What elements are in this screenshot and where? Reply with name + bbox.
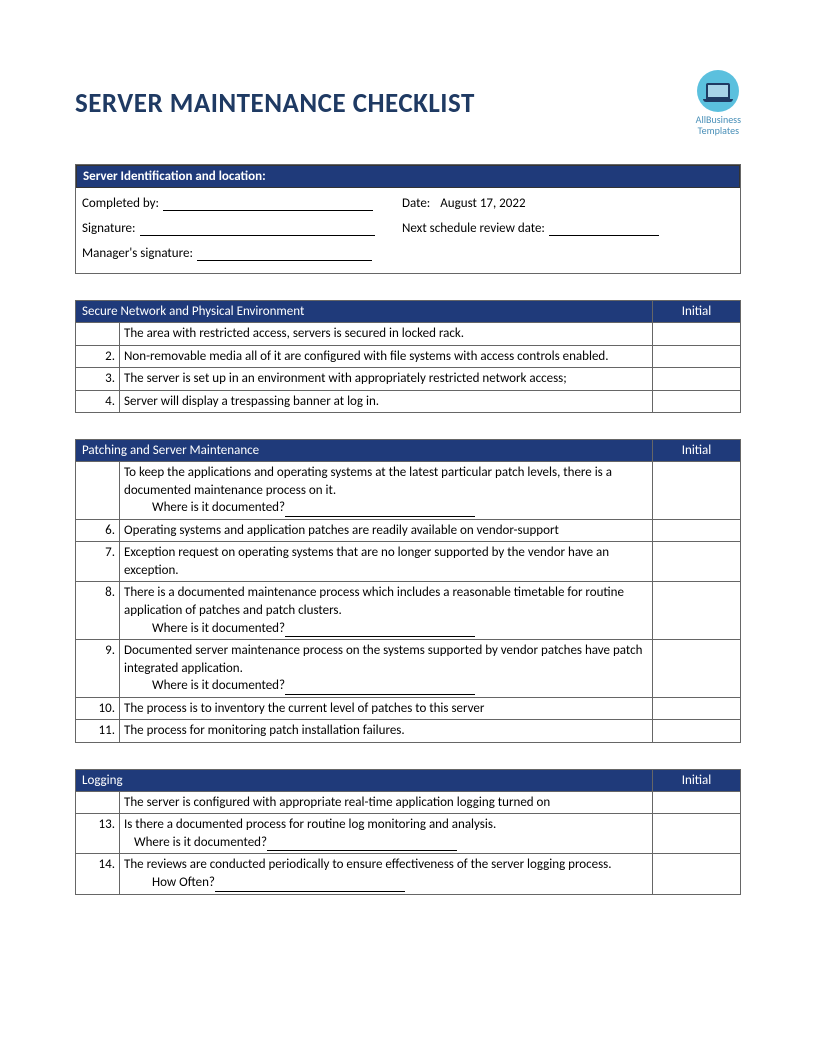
sub-field[interactable] [285,505,475,517]
initial-cell[interactable] [653,640,741,698]
date-value: August 17, 2022 [440,196,525,211]
logo: AllBusiness Templates [696,70,741,136]
initial-cell[interactable] [653,345,741,368]
info-block: Server Identification and location: Comp… [75,164,741,274]
row-number: 8. [76,582,120,640]
section-table: Patching and Server MaintenanceInitialTo… [75,439,741,743]
section-title: Patching and Server Maintenance [76,440,653,462]
row-text: The process is to inventory the current … [120,697,653,720]
info-header: Server Identification and location: [76,165,740,188]
initial-header: Initial [653,301,741,323]
section-title: Logging [76,769,653,791]
row-text: The area with restricted access, servers… [120,323,653,346]
row-subline: Where is it documented? [124,677,648,695]
row-number: 2. [76,345,120,368]
row-text: Documented server maintenance process on… [120,640,653,698]
row-text: The process for monitoring patch install… [120,720,653,743]
row-subline: Where is it documented? [124,620,648,638]
table-row: The area with restricted access, servers… [76,323,741,346]
row-number: 4. [76,390,120,413]
sub-field[interactable] [267,839,457,851]
initial-cell[interactable] [653,368,741,391]
date-label: Date: [402,196,430,211]
row-text: Server will display a trespassing banner… [120,390,653,413]
row-text: Operating systems and application patche… [120,519,653,542]
initial-cell[interactable] [653,854,741,894]
initial-cell[interactable] [653,791,741,814]
initial-cell[interactable] [653,462,741,520]
logo-text-2: Templates [696,125,741,136]
table-row: 2.Non-removable media all of it are conf… [76,345,741,368]
table-row: 8.There is a documented maintenance proc… [76,582,741,640]
table-row: 9.Documented server maintenance process … [76,640,741,698]
row-text: There is a documented maintenance proces… [120,582,653,640]
table-row: 14.The reviews are conducted periodicall… [76,854,741,894]
initial-cell[interactable] [653,582,741,640]
manager-sig-field[interactable] [197,247,372,261]
row-number: 7. [76,542,120,582]
sub-field[interactable] [215,880,405,892]
row-subline: Where is it documented? [124,499,648,517]
table-row: To keep the applications and operating s… [76,462,741,520]
row-text: Exception request on operating systems t… [120,542,653,582]
initial-cell[interactable] [653,519,741,542]
initial-cell[interactable] [653,323,741,346]
row-number [76,791,120,814]
initial-cell[interactable] [653,720,741,743]
manager-sig-label: Manager's signature: [82,246,193,261]
row-text: Is there a documented process for routin… [120,814,653,854]
row-number: 9. [76,640,120,698]
completed-by-label: Completed by: [82,196,159,211]
row-text: The server is set up in an environment w… [120,368,653,391]
table-row: 6.Operating systems and application patc… [76,519,741,542]
row-number: 14. [76,854,120,894]
row-text: The server is configured with appropriat… [120,791,653,814]
initial-cell[interactable] [653,542,741,582]
signature-field[interactable] [140,222,375,236]
next-review-label: Next schedule review date: [402,221,545,236]
table-row: 10.The process is to inventory the curre… [76,697,741,720]
sub-field[interactable] [285,625,475,637]
section-table: Secure Network and Physical EnvironmentI… [75,300,741,413]
initial-header: Initial [653,769,741,791]
initial-header: Initial [653,440,741,462]
sub-field[interactable] [285,683,475,695]
row-number: 13. [76,814,120,854]
next-review-field[interactable] [549,222,659,236]
initial-cell[interactable] [653,390,741,413]
initial-cell[interactable] [653,814,741,854]
row-subline: How Often? [124,874,648,892]
signature-label: Signature: [82,221,136,236]
header-row: SERVER MAINTENANCE CHECKLIST AllBusiness… [75,70,741,136]
table-row: 7.Exception request on operating systems… [76,542,741,582]
page-title: SERVER MAINTENANCE CHECKLIST [75,87,475,120]
row-number: 3. [76,368,120,391]
table-row: 3.The server is set up in an environment… [76,368,741,391]
laptop-icon [697,70,739,112]
initial-cell[interactable] [653,697,741,720]
row-number: 11. [76,720,120,743]
row-number [76,462,120,520]
row-number [76,323,120,346]
row-text: To keep the applications and operating s… [120,462,653,520]
table-row: 4.Server will display a trespassing bann… [76,390,741,413]
row-number: 6. [76,519,120,542]
table-row: 11.The process for monitoring patch inst… [76,720,741,743]
row-subline: Where is it documented? [124,834,648,852]
section-table: LoggingInitialThe server is configured w… [75,769,741,895]
row-text: Non-removable media all of it are config… [120,345,653,368]
completed-by-field[interactable] [163,197,373,211]
table-row: 13.Is there a documented process for rou… [76,814,741,854]
table-row: The server is configured with appropriat… [76,791,741,814]
section-title: Secure Network and Physical Environment [76,301,653,323]
row-number: 10. [76,697,120,720]
row-text: The reviews are conducted periodically t… [120,854,653,894]
